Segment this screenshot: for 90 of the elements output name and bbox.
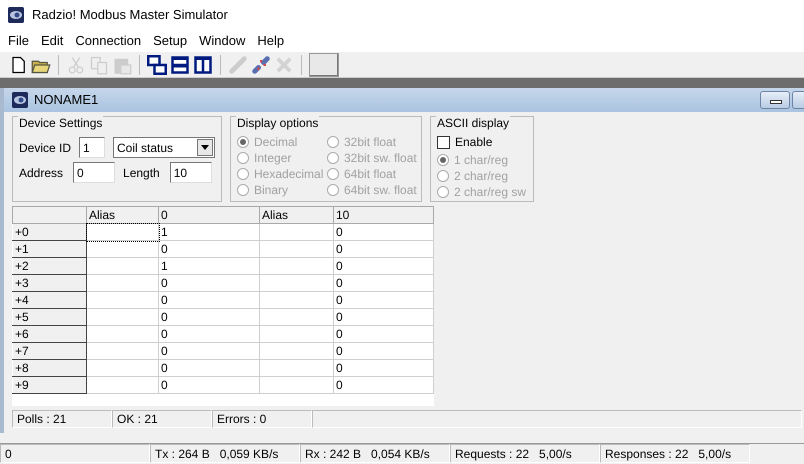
table-cell[interactable] xyxy=(260,376,334,394)
table-cell[interactable] xyxy=(86,224,158,240)
field-label: Length xyxy=(123,164,160,182)
table-cell[interactable]: 0 xyxy=(334,292,434,308)
table-cell[interactable]: 0 xyxy=(158,308,260,326)
group-title: Display options xyxy=(236,114,320,132)
table-cell[interactable]: 0 xyxy=(158,360,260,376)
row-header: +4 xyxy=(12,292,86,308)
row-header: +9 xyxy=(12,376,86,394)
row-header: +7 xyxy=(12,342,86,360)
table-cell[interactable]: 0 xyxy=(158,274,260,292)
tile-vertical-icon[interactable] xyxy=(193,54,213,74)
table-cell[interactable]: 0 xyxy=(334,360,434,376)
table-cell[interactable]: 0 xyxy=(158,342,260,360)
row-header: +3 xyxy=(12,274,86,292)
table-cell[interactable]: 0 xyxy=(334,342,434,360)
table-cell[interactable] xyxy=(86,308,158,326)
dropdown[interactable]: Coil status xyxy=(113,137,215,158)
table-cell[interactable]: 0 xyxy=(158,292,260,308)
table-cell[interactable]: 0 xyxy=(158,240,260,258)
table-cell[interactable]: 0 xyxy=(334,326,434,342)
table-cell[interactable]: 0 xyxy=(334,274,434,292)
table-cell[interactable] xyxy=(260,360,334,376)
row-header: +8 xyxy=(12,360,86,376)
table-cell[interactable]: 0 xyxy=(158,326,260,342)
maximize-button[interactable] xyxy=(792,91,804,109)
input-field[interactable]: 1 xyxy=(79,137,106,158)
table-cell[interactable] xyxy=(260,326,334,342)
table-cell[interactable] xyxy=(260,258,334,274)
row-header: +1 xyxy=(12,240,86,258)
tile-horizontal-icon[interactable] xyxy=(170,54,190,74)
table-cell[interactable] xyxy=(86,326,158,342)
column-header: Alias xyxy=(86,206,158,224)
group-title: Device Settings xyxy=(18,114,104,132)
table-cell[interactable]: 0 xyxy=(334,224,434,240)
status-field: Rx : 242 B 0,054 KB/s xyxy=(300,444,450,463)
table-cell[interactable] xyxy=(86,376,158,394)
menu-item[interactable]: Edit xyxy=(34,31,70,51)
table-cell[interactable] xyxy=(86,258,158,274)
status-field: 0 xyxy=(0,444,150,463)
table-cell[interactable] xyxy=(260,342,334,360)
dropdown-arrow-icon xyxy=(201,145,209,150)
menu-item[interactable]: Connection xyxy=(69,31,148,51)
table-cell[interactable] xyxy=(260,224,334,240)
table-cell[interactable] xyxy=(260,308,334,326)
row-header: +0 xyxy=(12,224,86,240)
menu-item[interactable]: File xyxy=(2,31,35,51)
table-cell[interactable]: 1 xyxy=(158,258,260,274)
minimize-button[interactable] xyxy=(760,91,790,109)
window-title: NONAME1 xyxy=(34,91,98,110)
status-field: Requests : 22 5,00/s xyxy=(450,444,600,463)
cascade-windows-icon[interactable] xyxy=(147,54,167,74)
table-cell[interactable] xyxy=(260,292,334,308)
table-cell[interactable] xyxy=(86,342,158,360)
input-field[interactable]: 10 xyxy=(170,162,212,183)
table-cell[interactable] xyxy=(260,274,334,292)
table-cell[interactable] xyxy=(86,360,158,376)
group-title: ASCII display xyxy=(436,114,510,132)
window-title: Radzio! Modbus Master Simulator xyxy=(32,6,228,24)
status-field: Errors : 0 xyxy=(212,410,312,428)
menu-item[interactable]: Help xyxy=(251,31,290,51)
app-icon xyxy=(12,92,28,108)
table-cell[interactable]: 0 xyxy=(334,376,434,394)
status-field: Tx : 264 B 0,059 KB/s xyxy=(150,444,300,463)
table-cell[interactable] xyxy=(86,292,158,308)
table-cell[interactable] xyxy=(86,240,158,258)
menu-item[interactable]: Window xyxy=(193,31,252,51)
status-field: Polls : 21 xyxy=(12,410,112,428)
table-cell[interactable]: 0 xyxy=(334,308,434,326)
column-header: 10 xyxy=(334,206,434,224)
row-header: +2 xyxy=(12,258,86,274)
table-cell[interactable]: 1 xyxy=(158,224,260,240)
table-cell[interactable]: 0 xyxy=(334,258,434,274)
toolbar-button[interactable] xyxy=(309,52,339,76)
table-cell[interactable] xyxy=(260,240,334,258)
column-header: Alias xyxy=(260,206,334,224)
checkbox[interactable]: Enable xyxy=(437,135,527,149)
app-icon xyxy=(8,7,24,23)
column-header: 0 xyxy=(158,206,260,224)
menu-item[interactable]: Setup xyxy=(147,31,194,51)
row-header: +6 xyxy=(12,326,86,342)
status-field: OK : 21 xyxy=(112,410,212,428)
input-field[interactable]: 0 xyxy=(73,162,116,183)
table-cell[interactable] xyxy=(86,274,158,292)
field-label: Address xyxy=(19,164,64,182)
status-field: Responses : 22 5,00/s xyxy=(600,444,750,463)
row-header: +5 xyxy=(12,308,86,326)
field-label: Device ID xyxy=(19,140,72,156)
table-cell[interactable]: 0 xyxy=(158,376,260,394)
table-cell[interactable]: 0 xyxy=(334,240,434,258)
